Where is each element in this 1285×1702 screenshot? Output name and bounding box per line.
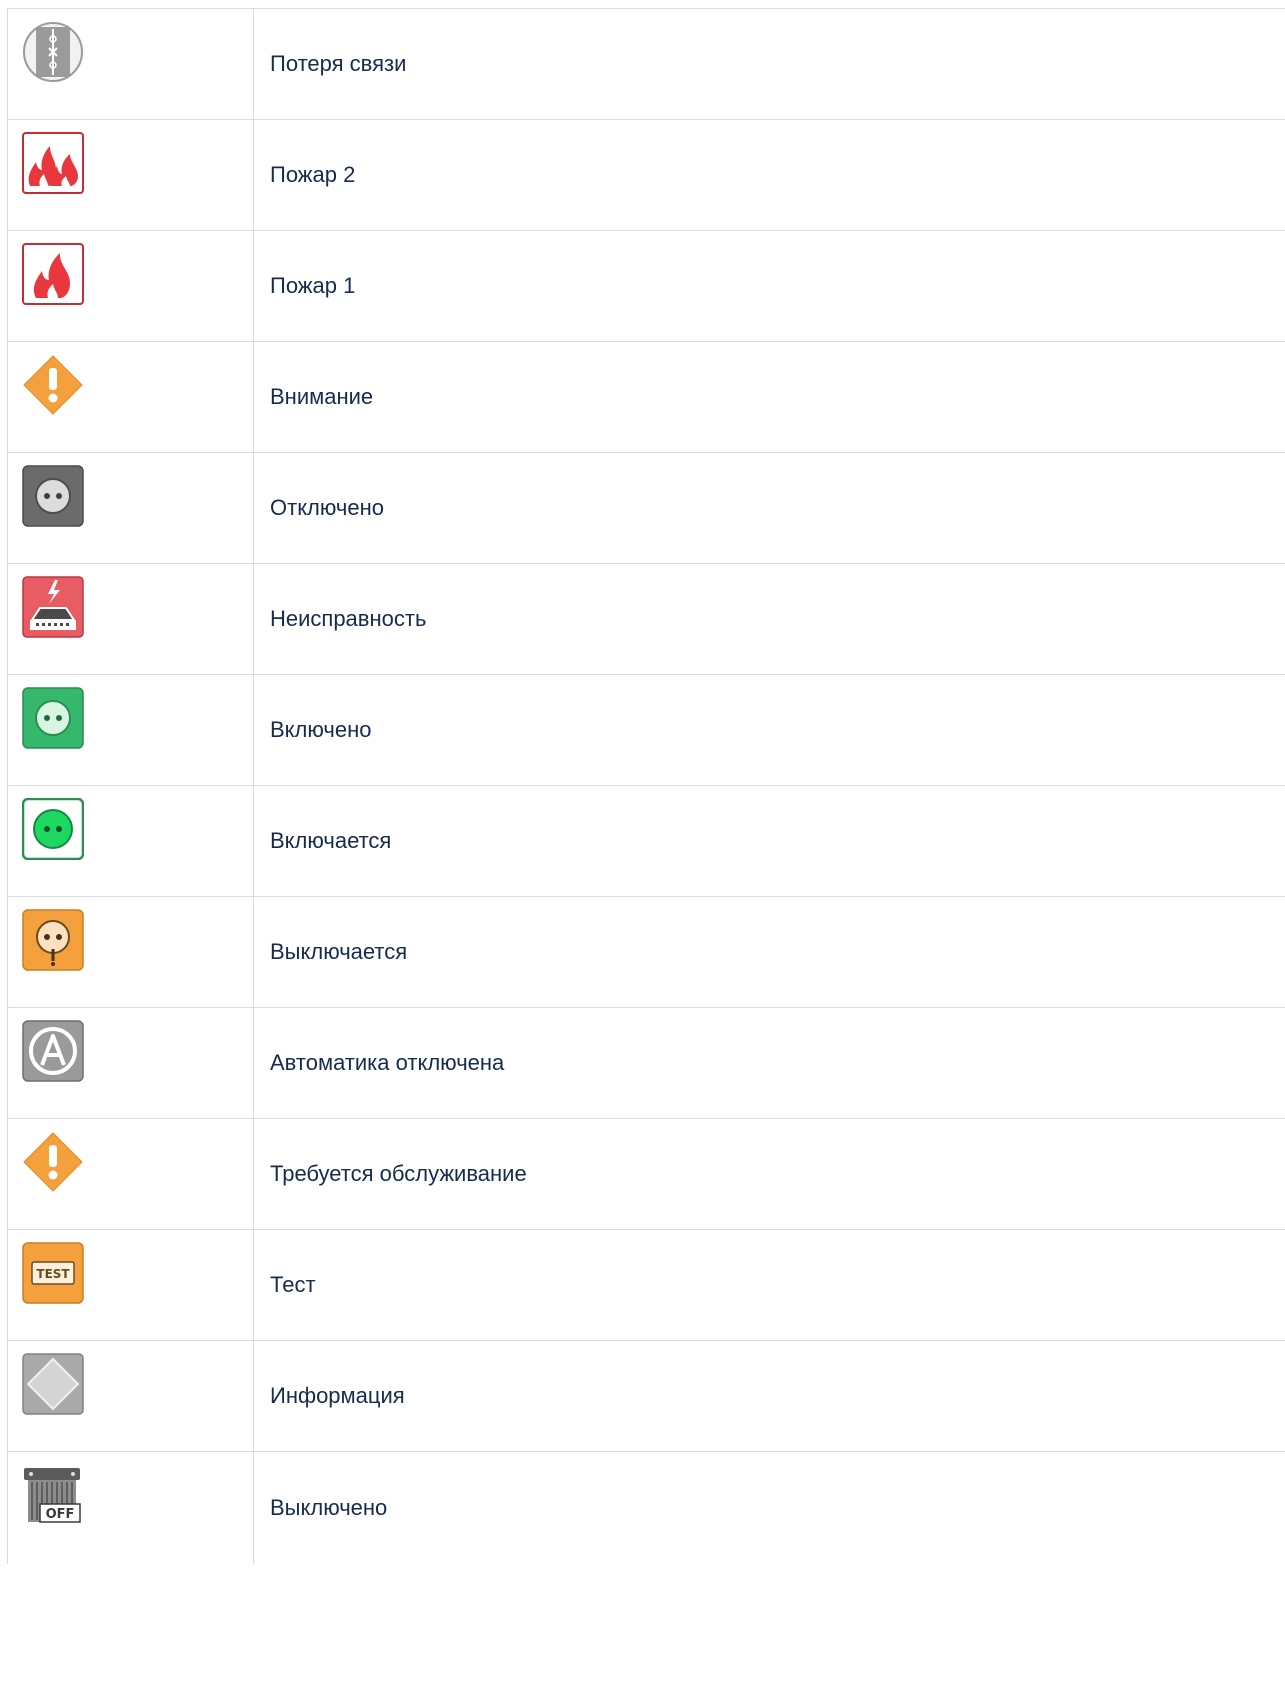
row-label: Пожар 1	[253, 230, 1285, 342]
table-row: Выключается	[7, 896, 1285, 1008]
row-label: Включено	[253, 674, 1285, 786]
socket-turning-off-icon	[22, 909, 84, 971]
row-label: Неисправность	[253, 563, 1285, 675]
fire-1-icon	[22, 243, 84, 305]
maintenance-required-icon	[22, 1131, 84, 1193]
table-row: Неисправность	[7, 563, 1285, 675]
information-icon	[22, 1353, 84, 1415]
table-row: Автоматика отключена	[7, 1007, 1285, 1119]
row-label: Автоматика отключена	[253, 1007, 1285, 1119]
svg-text:OFF: OFF	[46, 1507, 75, 1522]
row-label: Пожар 2	[253, 119, 1285, 231]
table-row: Отключено	[7, 452, 1285, 564]
warning-diamond-icon	[22, 354, 84, 416]
table-row: Внимание	[7, 341, 1285, 453]
row-label: Включается	[253, 785, 1285, 897]
table-row: OFF Выключено	[7, 1451, 1285, 1564]
table-row: Информация	[7, 1340, 1285, 1452]
table-row: Пожар 1	[7, 230, 1285, 342]
fire-2-icon	[22, 132, 84, 194]
status-legend-table: Потеря связи Пожар 2 Пожар 1 Внимание От…	[7, 8, 1285, 1564]
svg-text:TEST: TEST	[36, 1267, 70, 1281]
row-label: Внимание	[253, 341, 1285, 453]
automation-disabled-icon	[22, 1020, 84, 1082]
connection-lost-icon	[22, 21, 84, 83]
row-label: Выключается	[253, 896, 1285, 1008]
socket-off-icon	[22, 465, 84, 527]
test-icon: TEST	[22, 1242, 84, 1304]
switched-off-icon: OFF	[22, 1464, 84, 1526]
table-row: Потеря связи	[7, 8, 1285, 120]
row-label: Выключено	[253, 1451, 1285, 1564]
table-row: Пожар 2	[7, 119, 1285, 231]
row-label: Требуется обслуживание	[253, 1118, 1285, 1230]
table-row: Включается	[7, 785, 1285, 897]
row-label: Тест	[253, 1229, 1285, 1341]
malfunction-icon	[22, 576, 84, 638]
table-row: TEST Тест	[7, 1229, 1285, 1341]
row-label: Отключено	[253, 452, 1285, 564]
table-row: Требуется обслуживание	[7, 1118, 1285, 1230]
row-label: Информация	[253, 1340, 1285, 1452]
socket-turning-on-icon	[22, 798, 84, 860]
table-row: Включено	[7, 674, 1285, 786]
socket-on-icon	[22, 687, 84, 749]
row-label: Потеря связи	[253, 8, 1285, 120]
